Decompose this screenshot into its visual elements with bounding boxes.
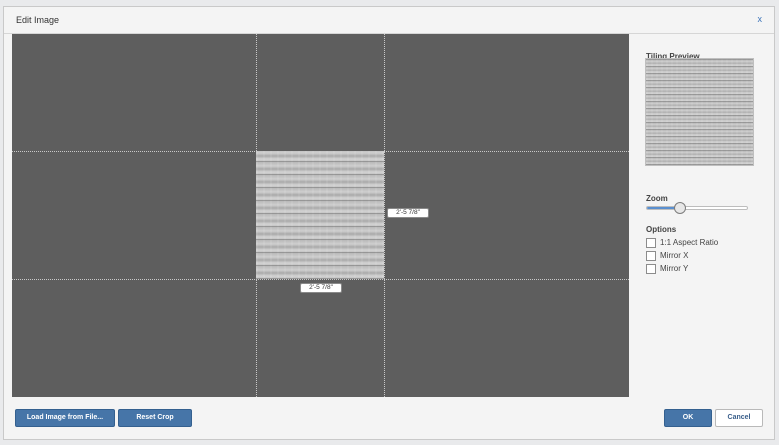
- options-label: Options: [646, 225, 677, 234]
- zoom-label: Zoom: [646, 194, 668, 203]
- width-dimension-label: 2'-5 7/8": [300, 283, 342, 293]
- mirror-y-label: Mirror Y: [660, 264, 689, 273]
- crop-guide-bottom: [12, 279, 629, 280]
- dialog-title: Edit Image: [16, 15, 60, 25]
- crop-guide-right: [384, 34, 385, 397]
- zoom-slider[interactable]: [646, 202, 748, 214]
- height-dimension-label: 2'-5 7/8": [387, 208, 429, 218]
- zoom-slider-handle[interactable]: [674, 202, 686, 214]
- aspect-ratio-label: 1:1 Aspect Ratio: [660, 238, 719, 247]
- reset-crop-button[interactable]: Reset Crop: [118, 409, 192, 427]
- mirror-x-checkbox[interactable]: [646, 251, 656, 261]
- dialog-titlebar: Edit Image x: [4, 7, 774, 34]
- close-icon[interactable]: x: [758, 14, 763, 24]
- crop-canvas[interactable]: 2'-5 7/8" 2'-5 7/8": [12, 34, 629, 397]
- load-image-button[interactable]: Load Image from File...: [15, 409, 115, 427]
- tiling-preview-image: [645, 58, 754, 166]
- ok-button[interactable]: OK: [664, 409, 712, 427]
- cancel-button[interactable]: Cancel: [715, 409, 763, 427]
- mirror-x-label: Mirror X: [660, 251, 689, 260]
- image-crop-area[interactable]: [256, 151, 384, 279]
- mirror-y-checkbox[interactable]: [646, 264, 656, 274]
- aspect-ratio-checkbox[interactable]: [646, 238, 656, 248]
